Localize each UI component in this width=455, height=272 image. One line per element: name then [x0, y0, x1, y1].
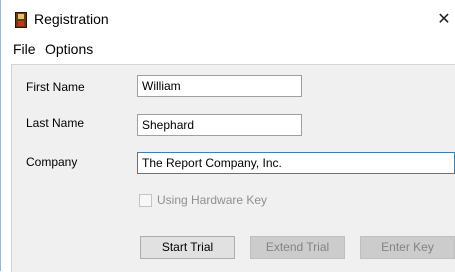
- first-name-label: First Name: [26, 80, 85, 94]
- company-field[interactable]: The Report Company, Inc.: [137, 152, 455, 174]
- first-name-field[interactable]: William: [137, 75, 302, 97]
- registration-window: Registration ✕ File Options First Name W…: [0, 0, 455, 272]
- window-title: Registration: [34, 11, 109, 27]
- menu-file[interactable]: File: [13, 41, 36, 57]
- last-name-label: Last Name: [26, 116, 85, 130]
- app-icon: [15, 12, 27, 28]
- hardware-key-label: Using Hardware Key: [157, 193, 268, 207]
- registration-form: First Name William Last Name Shephard Co…: [11, 64, 455, 272]
- menu-bar: File Options: [1, 38, 455, 60]
- title-bar: Registration ✕: [1, 0, 455, 38]
- last-name-field[interactable]: Shephard: [137, 114, 302, 136]
- menu-options[interactable]: Options: [45, 41, 93, 57]
- hardware-key-checkbox[interactable]: [139, 194, 152, 207]
- enter-key-button[interactable]: Enter Key: [360, 236, 455, 259]
- start-trial-button[interactable]: Start Trial: [140, 236, 235, 259]
- close-icon[interactable]: ✕: [432, 6, 455, 34]
- company-label: Company: [26, 155, 78, 169]
- extend-trial-button[interactable]: Extend Trial: [250, 236, 345, 259]
